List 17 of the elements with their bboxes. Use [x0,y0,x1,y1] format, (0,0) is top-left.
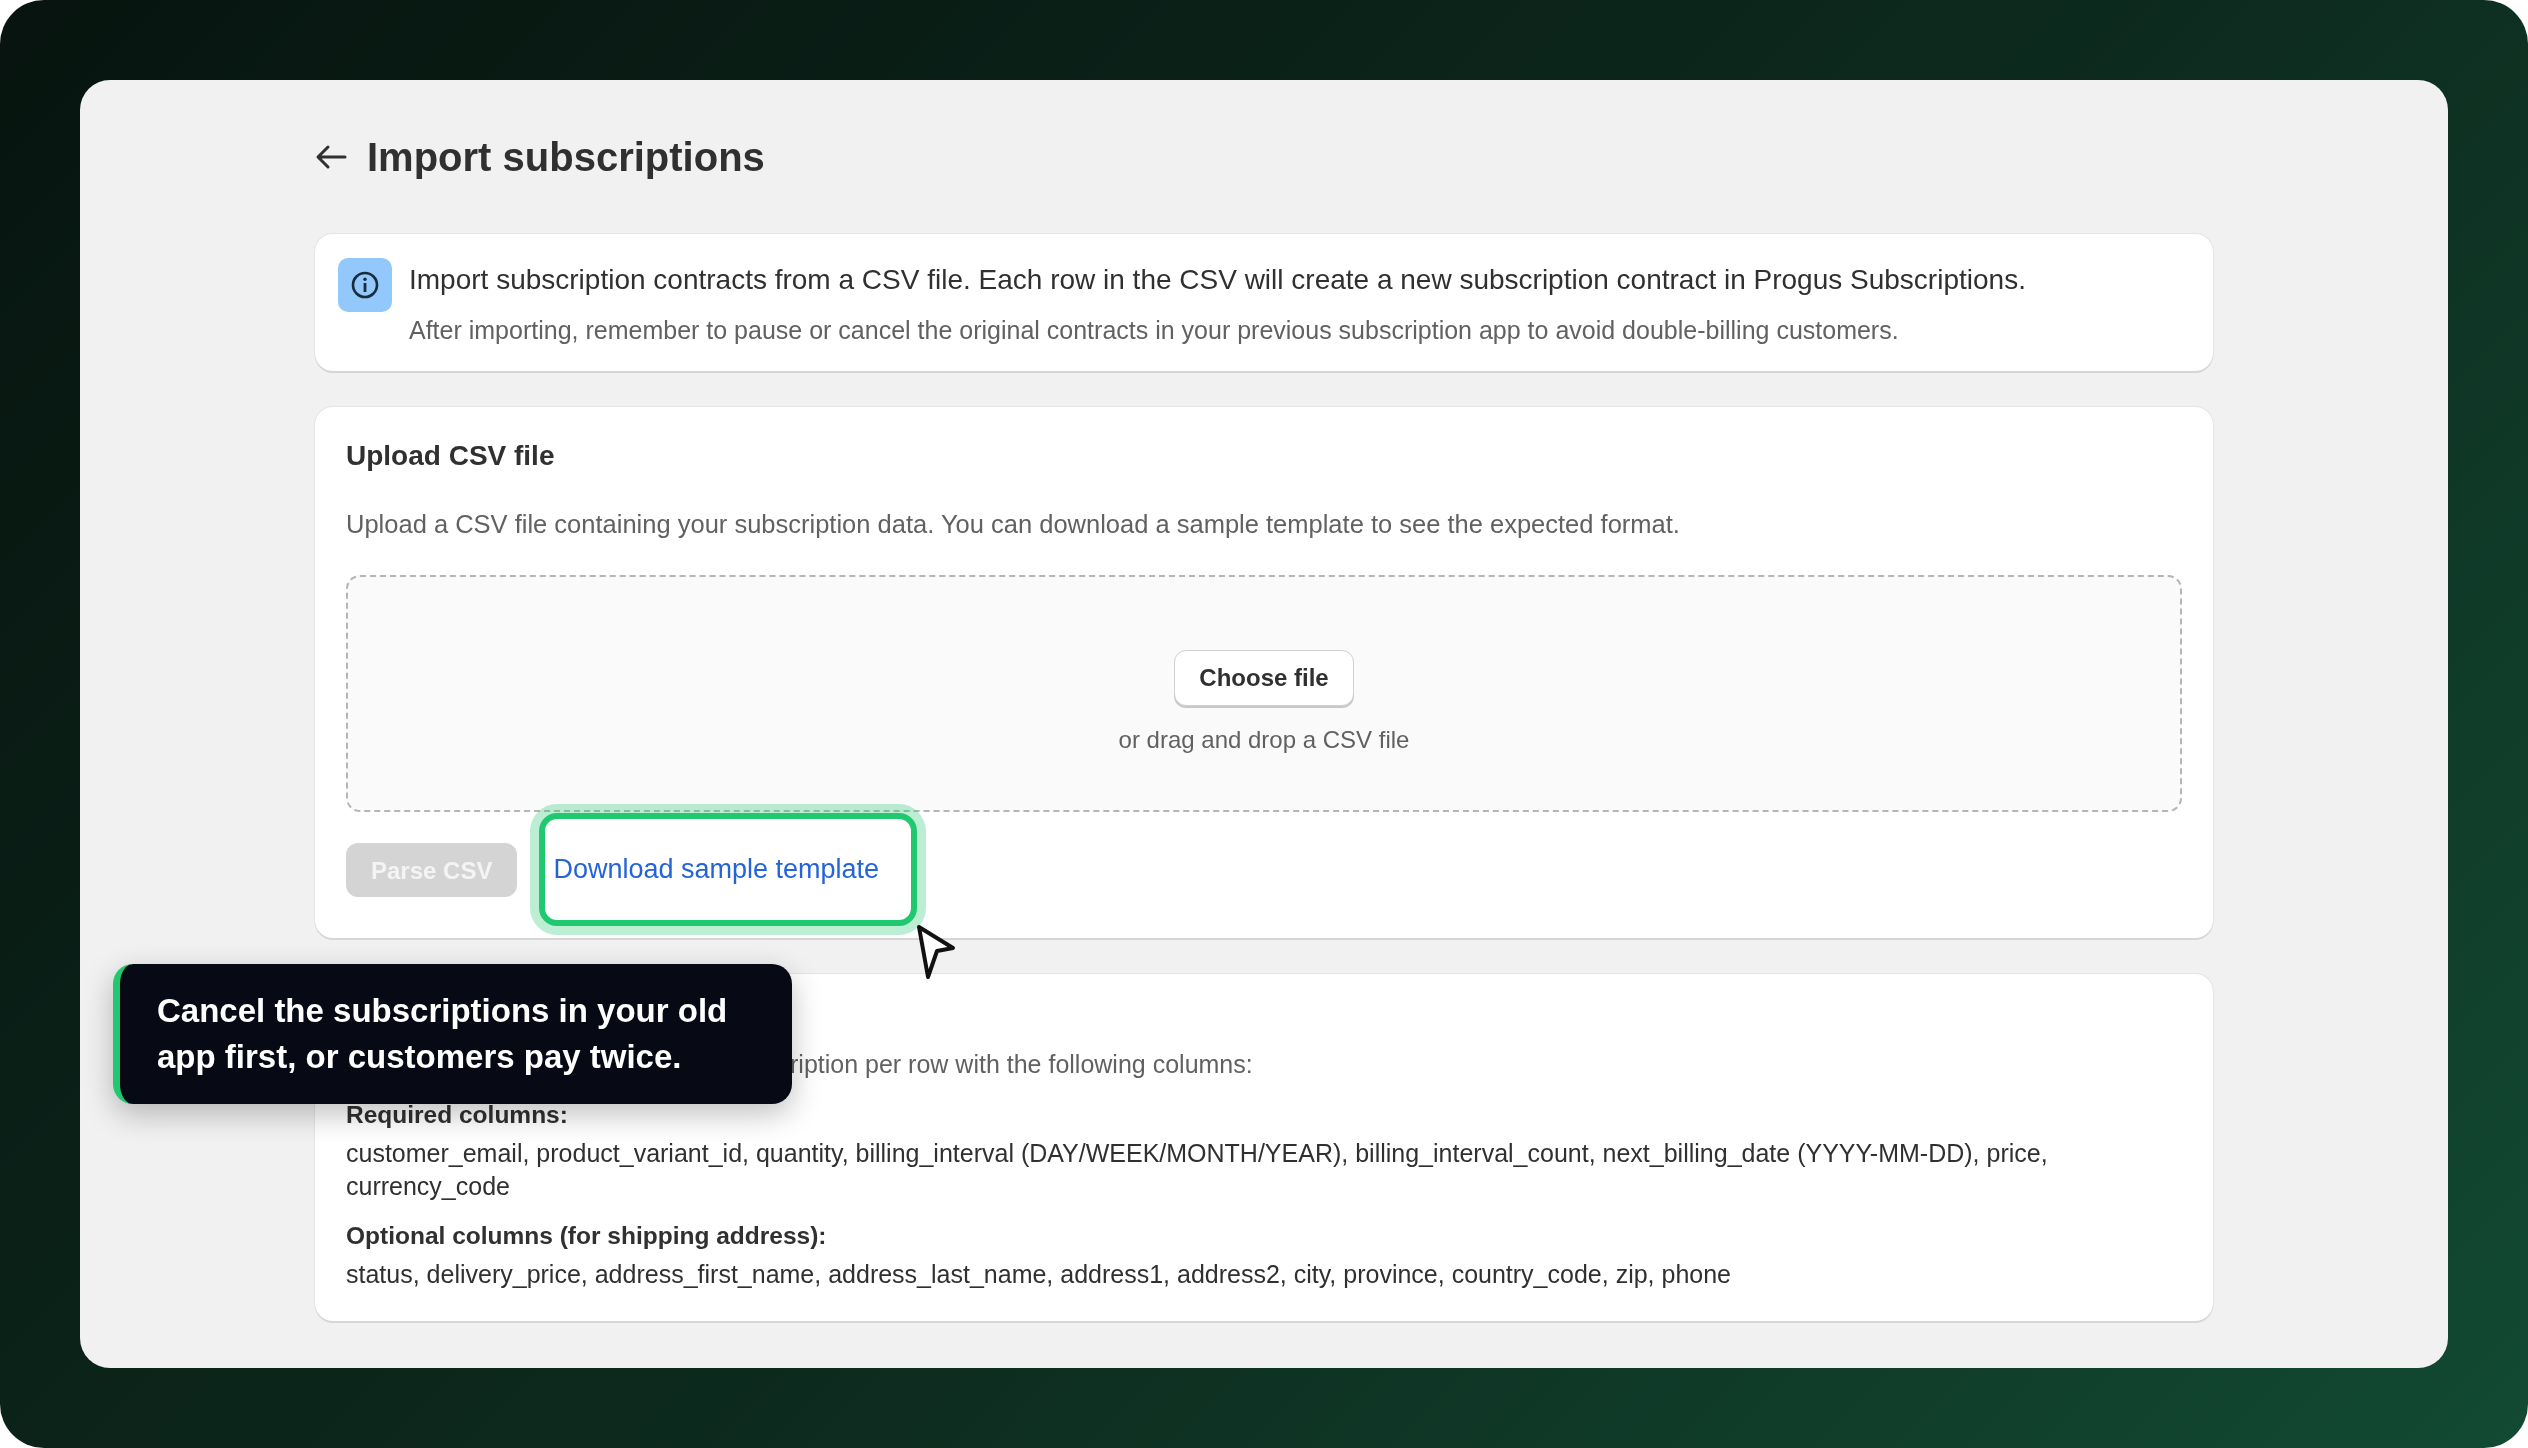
choose-file-button[interactable]: Choose file [1174,649,1354,706]
card-title: Upload CSV file [346,440,556,472]
section-heading: Required columns: [346,1101,569,1129]
callout-text: Cancel the subscriptions in your old app first, or customers pay twice. [157,991,729,1077]
card-description: Upload a CSV file containing your subscription data. You can download a sample template to see the expected format. [346,510,1681,539]
page-title: Import subscriptions [367,134,765,180]
column-list: status, delivery_price, address_first_name, address_last_name, address1, address2, city, province, country_code, zip, phone [346,1258,2182,1291]
column-list: customer_email, product_variant_id, quantity, billing_interval (DAY/WEEK/MONTH/YEAR), billing_interval_count, next_billing_date (YYYY-MM-DD), price, currency_code [346,1137,2182,1202]
notice-message: Import subscription contracts from a CSV file. Each row in the CSV will create a new subscription contract in Progus Subscriptions. [409,264,2026,296]
drop-hint: or drag and drop a CSV file [1118,725,1410,754]
format-description: ription per row with the following columns: [790,1050,1253,1079]
notice-detail: After importing, remember to pause or cancel the original contracts in your previous subscription app to avoid double-billing customers. [409,316,1900,345]
back-arrow-icon[interactable] [315,144,347,170]
section-heading: Optional columns (for shipping address): [346,1222,828,1250]
drop-zone[interactable]: Choose file or drag and drop a CSV file [346,575,2182,812]
download-template-link[interactable]: Download sample template [553,832,880,907]
info-icon [338,258,392,312]
